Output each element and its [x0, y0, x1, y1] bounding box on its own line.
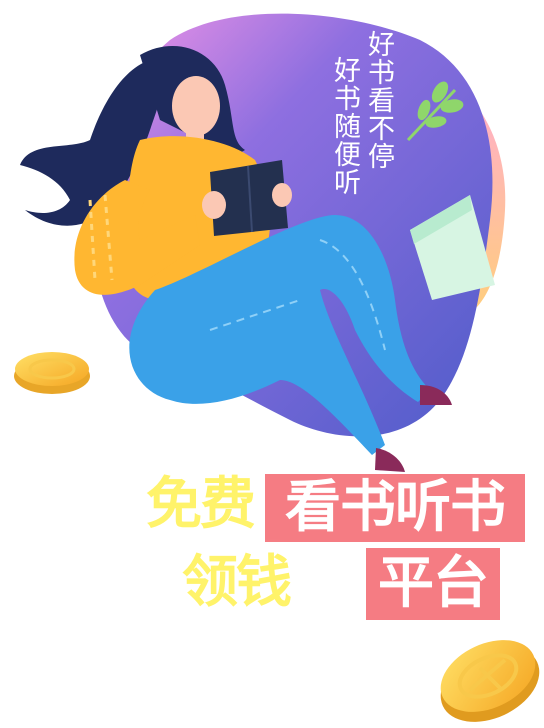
headline-earn: 领钱 — [182, 550, 292, 615]
gold-coin-icon — [440, 640, 540, 722]
shoe — [375, 448, 405, 472]
promo-banner: 好书看不停 好书随便听 免费 看书听书 领钱 平台 — [0, 0, 544, 728]
slogan-line-2: 好书随便听 — [329, 56, 360, 196]
headline-read-listen: 看书听书 — [265, 474, 525, 542]
headline-platform: 平台 — [366, 548, 500, 620]
headline-free: 免费 — [146, 472, 256, 537]
gold-coin-icon — [14, 352, 90, 394]
slogan-line-1: 好书看不停 — [363, 30, 394, 170]
